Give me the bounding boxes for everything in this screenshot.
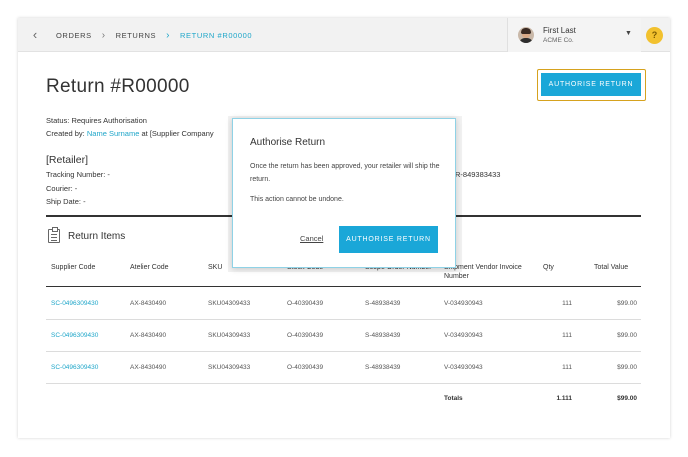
created-label: Created by: — [46, 129, 85, 138]
breadcrumb-orders[interactable]: ORDERS — [56, 31, 92, 40]
page-title: Return #R00000 — [46, 76, 190, 97]
tracking-value: - — [107, 170, 110, 179]
authorise-return-dialog: Authorise Return Once the return has bee… — [232, 118, 456, 268]
scope-order-number: S-48938439 — [365, 300, 401, 307]
avatar — [518, 27, 534, 43]
total-value: $99.00 — [617, 300, 637, 307]
total-value: $99.00 — [617, 364, 637, 371]
stock-code: O-40390439 — [287, 364, 324, 371]
back-chevron-icon[interactable]: ‹ — [28, 27, 42, 43]
authorise-button-focus-ring: AUTHORISE RETURN — [537, 69, 646, 101]
status-value: Requires Authorisation — [71, 116, 147, 125]
courier-label: Courier: — [46, 184, 73, 193]
invoice-number: V-034930943 — [444, 364, 483, 371]
qty: 111 — [562, 364, 572, 371]
sku: SKU04309433 — [208, 332, 251, 339]
dialog-title: Authorise Return — [250, 137, 326, 148]
supplier-code-link[interactable]: SC-0496309430 — [51, 364, 98, 371]
ship-date-line: Ship Date: - — [46, 197, 86, 206]
stock-code: O-40390439 — [287, 300, 324, 307]
table-row: SC-0496309430 AX-8430490 SKU04309433 O-4… — [46, 352, 641, 384]
dialog-body: Once the return has been approved, your … — [250, 163, 440, 183]
table-row: SC-0496309430 AX-8430490 SKU04309433 O-4… — [46, 288, 641, 320]
supplier-code-link[interactable]: SC-0496309430 — [51, 332, 98, 339]
breadcrumb-current: RETURN #R00000 — [180, 30, 253, 40]
user-menu[interactable]: First Last ACME Co. ▼ — [507, 18, 641, 52]
tracking-label: Tracking Number: — [46, 170, 106, 179]
col-header-sku: SKU — [208, 264, 223, 271]
atelier-code: AX-8430490 — [130, 300, 167, 307]
atelier-code: AX-8430490 — [130, 364, 167, 371]
dialog-warning: This action cannot be undone. — [250, 196, 344, 203]
user-company: ACME Co. — [543, 37, 574, 44]
table-row: SC-0496309430 AX-8430490 SKU04309433 O-4… — [46, 320, 641, 352]
totals-qty: 1.111 — [556, 395, 572, 402]
confirm-authorise-button[interactable]: AUTHORISE RETURN — [339, 226, 438, 253]
total-value: $99.00 — [617, 332, 637, 339]
invoice-number: V-034930943 — [444, 332, 483, 339]
breadcrumb-returns[interactable]: RETURNS — [116, 31, 156, 40]
top-bar: ‹ ORDERS › RETURNS › RETURN #R00000 Firs… — [18, 18, 670, 52]
col-header-total-value: Total Value — [594, 264, 629, 271]
stock-code: O-40390439 — [287, 332, 324, 339]
ship-date-value: - — [83, 197, 86, 206]
qty: 111 — [562, 300, 572, 307]
scope-order-number: S-48938439 — [365, 332, 401, 339]
sku: SKU04309433 — [208, 300, 251, 307]
created-by-line: Created by: Name Surname at [Supplier Co… — [46, 129, 214, 138]
courier-line: Courier: - — [46, 184, 77, 193]
scope-order-number: S-48938439 — [365, 364, 401, 371]
cancel-button[interactable]: Cancel — [300, 234, 323, 243]
tracking-line: Tracking Number: - — [46, 170, 110, 179]
chevron-right-icon: › — [101, 29, 106, 41]
created-by-link[interactable]: Name Surname — [87, 129, 140, 138]
atelier-code: AX-8430490 — [130, 332, 167, 339]
caret-down-icon[interactable]: ▼ — [625, 30, 632, 37]
totals-label: Totals — [444, 395, 463, 402]
user-name: First Last — [543, 26, 576, 35]
help-icon[interactable]: ? — [646, 27, 663, 44]
invoice-number: V-034930943 — [444, 300, 483, 307]
clipboard-icon — [48, 227, 60, 243]
authorise-return-button[interactable]: AUTHORISE RETURN — [541, 73, 641, 96]
totals-value: $99.00 — [617, 395, 637, 402]
chevron-right-icon: › — [166, 29, 171, 41]
retailer-heading: [Retailer] — [46, 154, 89, 166]
status-line: Status: Requires Authorisation — [46, 116, 147, 125]
table-header-divider — [46, 286, 641, 288]
app-window: ‹ ORDERS › RETURNS › RETURN #R00000 Firs… — [18, 18, 670, 438]
col-header-supplier-code: Supplier Code — [51, 264, 96, 271]
supplier-code-link[interactable]: SC-0496309430 — [51, 300, 98, 307]
status-label: Status: — [46, 116, 70, 125]
qty: 111 — [562, 332, 572, 339]
ship-date-label: Ship Date: — [46, 197, 82, 206]
return-items-title: Return Items — [68, 231, 126, 242]
sku: SKU04309433 — [208, 364, 251, 371]
col-header-atelier-code: Atelier Code — [130, 264, 169, 271]
courier-value: - — [74, 184, 78, 193]
col-header-qty: Qty — [543, 264, 554, 271]
breadcrumb: ORDERS › RETURNS › RETURN #R00000 — [56, 18, 252, 52]
created-suffix: at [Supplier Company — [141, 129, 214, 138]
